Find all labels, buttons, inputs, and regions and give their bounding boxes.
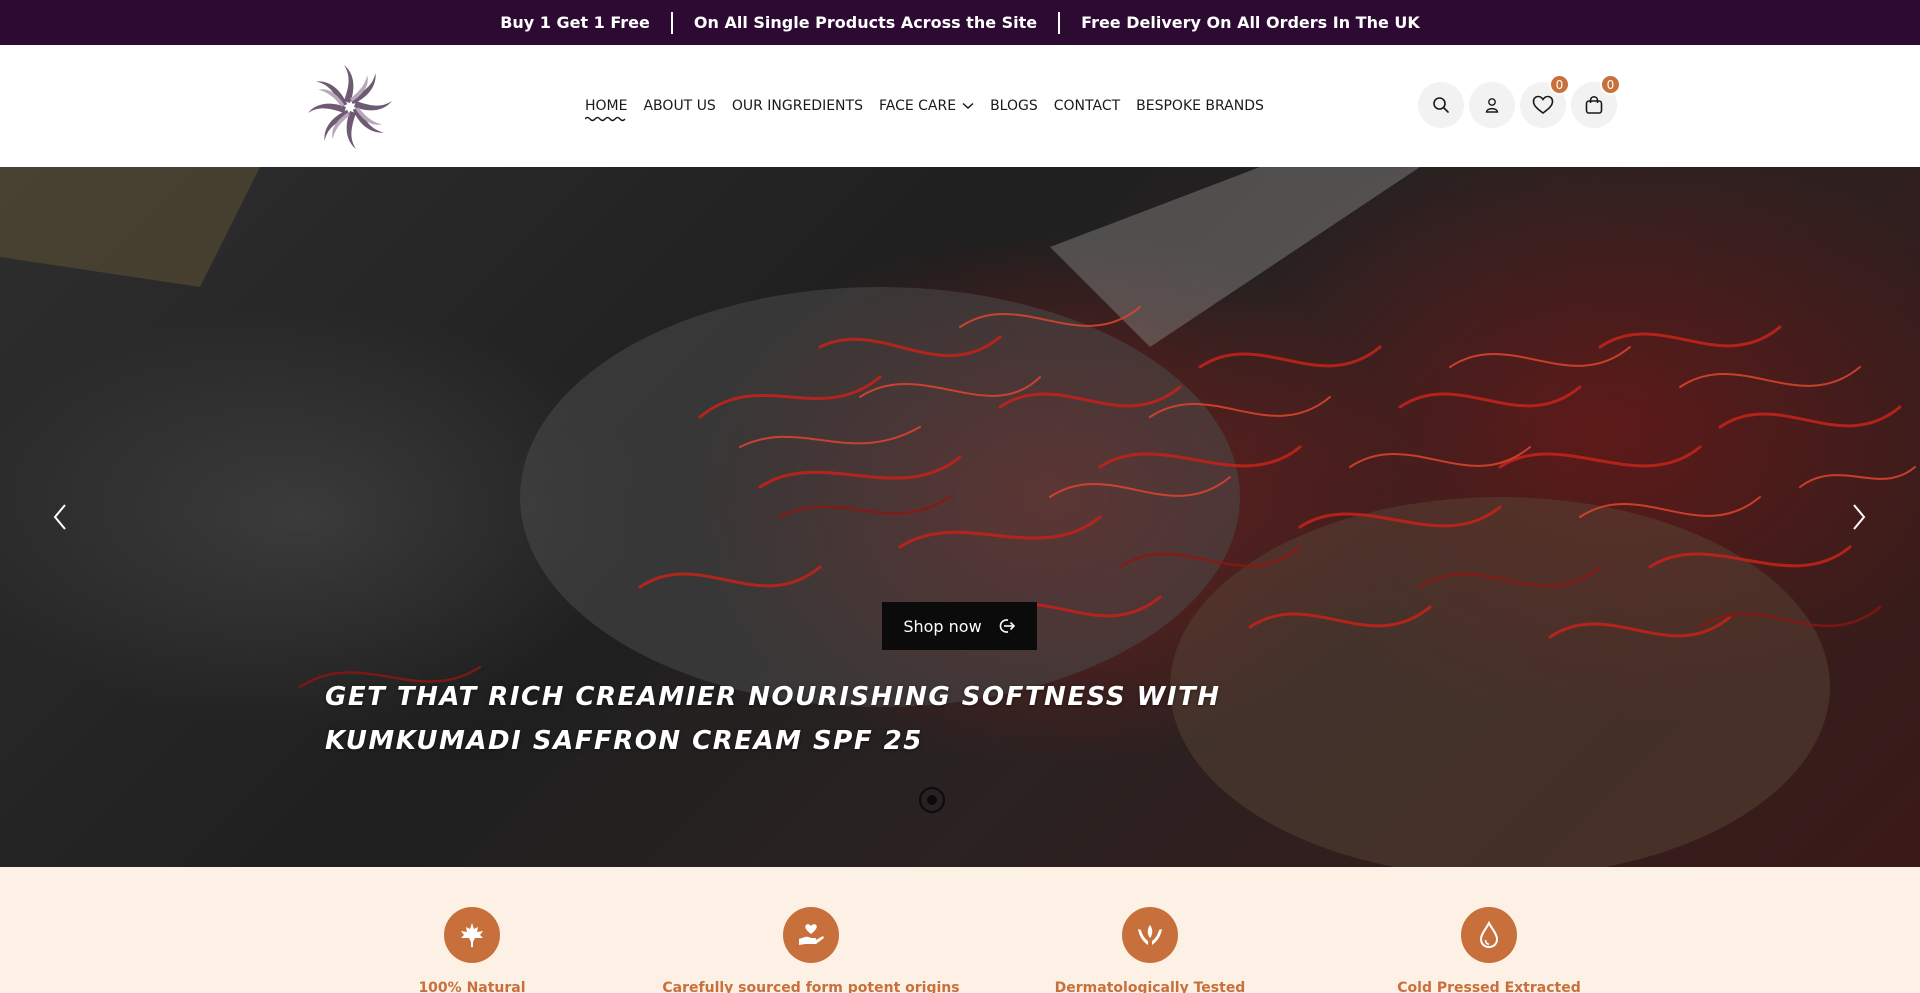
- header-actions: 0 0: [1418, 74, 1621, 128]
- nav-home[interactable]: HOME: [585, 98, 628, 122]
- nav-contact[interactable]: CONTACT: [1054, 98, 1120, 114]
- announcement-scope: On All Single Products Across the Site: [693, 13, 1038, 32]
- user-icon: [1485, 98, 1499, 113]
- nav-blogs-label: BLOGS: [990, 98, 1038, 114]
- feature-derm-circle: [1122, 907, 1178, 963]
- wishlist-count-badge: 0: [1549, 74, 1570, 95]
- slider-prev-button[interactable]: [43, 497, 77, 537]
- nav-about-label: ABOUT US: [643, 98, 716, 114]
- feature-sourced-circle: [783, 907, 839, 963]
- nav-bespoke-brands[interactable]: BESPOKE BRANDS: [1136, 98, 1264, 114]
- search-icon: [1433, 97, 1449, 113]
- feature-natural-label: 100% Natural: [418, 980, 526, 993]
- chevron-right-icon: [1853, 504, 1866, 530]
- nav-contact-label: CONTACT: [1053, 98, 1121, 114]
- nav-home-label: HOME: [585, 98, 628, 114]
- maple-leaf-icon: [461, 923, 483, 947]
- cart-button[interactable]: 0: [1571, 74, 1621, 128]
- drop-icon: [1479, 920, 1499, 949]
- feature-derm-label: Dermatologically Tested: [1054, 980, 1246, 993]
- nav-bespoke-label: BESPOKE BRANDS: [1136, 98, 1264, 114]
- feature-sourced: Carefully sourced form potent origins: [631, 907, 991, 993]
- shop-now-button[interactable]: Shop now: [882, 602, 1037, 650]
- announcement-bar: Buy 1 Get 1 Free On All Single Products …: [0, 0, 1920, 45]
- shop-now-label: Shop now: [903, 616, 982, 636]
- slider-dot-active[interactable]: [919, 787, 945, 813]
- hand-heart-icon: [799, 924, 824, 945]
- feature-natural: 100% Natural: [292, 907, 652, 993]
- wishlist-button[interactable]: 0: [1520, 74, 1570, 128]
- brand-logo[interactable]: [304, 63, 396, 151]
- hero-headline-line1: GET THAT RICH CREAMIER NOURISHING SOFTNE…: [325, 682, 1221, 712]
- nav-about[interactable]: ABOUT US: [643, 98, 715, 114]
- search-button[interactable]: [1418, 82, 1464, 128]
- chevron-down-icon: [962, 102, 974, 110]
- nav-ingredients-label: OUR INGREDIENTS: [731, 98, 863, 114]
- feature-sourced-label: Carefully sourced form potent origins: [662, 980, 960, 993]
- chevron-left-icon: [53, 504, 66, 530]
- hero-headline-line2: KUMKUMADI SAFFRON CREAM SPF 25: [325, 726, 923, 756]
- hero-slider: Shop now GET THAT RICH CREAMIER NOURISHI…: [0, 167, 1920, 867]
- announcement-delivery: Free Delivery On All Orders In The UK: [1081, 13, 1420, 32]
- site-header: HOME ABOUT US OUR INGREDIENTS FACE CARE …: [0, 45, 1920, 167]
- main-nav: HOME ABOUT US OUR INGREDIENTS FACE CARE …: [585, 45, 1264, 167]
- account-button[interactable]: [1469, 82, 1515, 128]
- cart-count-badge: 0: [1600, 74, 1621, 95]
- feature-cold-circle: [1461, 907, 1517, 963]
- feature-cold-label: Cold Pressed Extracted: [1397, 980, 1581, 993]
- nav-face-care-label: FACE CARE: [878, 98, 957, 114]
- announcement-offer: Buy 1 Get 1 Free: [500, 13, 650, 32]
- arrow-right-circle-icon: [999, 619, 1015, 633]
- features-strip: 100% Natural Carefully sourced form pote…: [0, 867, 1920, 993]
- nav-blogs[interactable]: BLOGS: [990, 98, 1038, 114]
- slider-next-button[interactable]: [1842, 497, 1876, 537]
- feature-cold-pressed: Cold Pressed Extracted: [1309, 907, 1669, 993]
- shopping-bag-icon: [1585, 95, 1603, 114]
- feature-derm-tested: Dermatologically Tested: [970, 907, 1330, 993]
- hero-headline: GET THAT RICH CREAMIER NOURISHING SOFTNE…: [325, 675, 1221, 763]
- feature-natural-circle: [444, 907, 500, 963]
- nav-face-care[interactable]: FACE CARE: [879, 98, 974, 114]
- nav-ingredients[interactable]: OUR INGREDIENTS: [732, 98, 863, 114]
- hands-leaf-icon: [1138, 925, 1162, 945]
- active-wave-underline: [585, 116, 626, 122]
- heart-icon: [1532, 95, 1554, 114]
